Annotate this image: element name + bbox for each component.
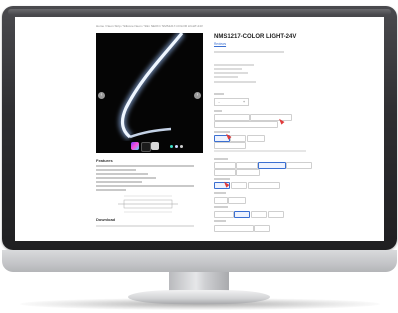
- option-chip[interactable]: [236, 169, 260, 176]
- monitor-frame: Home / Neon Strip / Silicone Neon / Slim…: [2, 6, 397, 250]
- option-chip[interactable]: [228, 197, 246, 204]
- option-chip[interactable]: [236, 162, 258, 169]
- feature-text-line: [96, 177, 156, 179]
- neon-strip-image: [118, 33, 186, 141]
- spec-line: [214, 64, 254, 66]
- option-chip-selected[interactable]: [234, 211, 250, 218]
- breadcrumb[interactable]: Home / Neon Strip / Silicone Neon / Slim…: [96, 24, 203, 28]
- prev-arrow-icon[interactable]: ‹: [98, 92, 105, 99]
- option-chip[interactable]: [248, 182, 280, 189]
- screen: Home / Neon Strip / Silicone Neon / Slim…: [15, 17, 384, 241]
- option-chip[interactable]: [214, 162, 236, 169]
- qty-increase-button[interactable]: +: [240, 99, 248, 105]
- option-chip[interactable]: [214, 114, 250, 121]
- option-chip[interactable]: [214, 211, 234, 218]
- option-label: [214, 220, 226, 222]
- option-chip[interactable]: [251, 211, 267, 218]
- thumbnail-dark[interactable]: [141, 142, 151, 152]
- short-description-line: [214, 51, 284, 53]
- option-label: [214, 206, 228, 208]
- feature-text-line: [96, 173, 148, 175]
- reviews-link[interactable]: Reviews: [214, 42, 226, 46]
- option-chip-selected[interactable]: [258, 162, 286, 169]
- option-label: [214, 192, 226, 194]
- option-chip[interactable]: [214, 169, 236, 176]
- option-chip[interactable]: [286, 162, 312, 169]
- feature-text-line: [96, 165, 194, 167]
- feature-text-line: [96, 185, 194, 187]
- qty-decrease-button[interactable]: -: [215, 99, 223, 105]
- next-arrow-icon[interactable]: ›: [194, 92, 201, 99]
- download-row: [96, 225, 194, 227]
- dimension-drawing: [118, 195, 178, 213]
- qty-label: [214, 93, 224, 95]
- thumbnail-colorful[interactable]: [131, 142, 139, 150]
- monitor-stand-base: [128, 290, 270, 304]
- download-heading: Download: [96, 217, 116, 222]
- quantity-stepper[interactable]: - +: [214, 98, 249, 106]
- option-chip[interactable]: [268, 211, 284, 218]
- spec-line: [214, 81, 256, 83]
- features-heading: Features: [96, 158, 113, 163]
- option-chip[interactable]: [254, 225, 270, 232]
- option-label: [214, 158, 228, 160]
- slide-dot[interactable]: [180, 145, 183, 148]
- spec-line: [214, 72, 248, 74]
- feature-text-line: [96, 189, 126, 191]
- option-chip[interactable]: [247, 135, 265, 142]
- option-label: [214, 178, 230, 180]
- option-chip[interactable]: [231, 182, 247, 189]
- thumbnail-strip: [96, 142, 203, 152]
- spec-line: [214, 76, 238, 78]
- option-note-line: [214, 150, 306, 152]
- slide-dot[interactable]: [170, 145, 173, 148]
- option-chip[interactable]: [214, 121, 278, 128]
- monitor-chin: [2, 250, 397, 272]
- option-chip[interactable]: [230, 135, 246, 142]
- option-chip[interactable]: [250, 114, 292, 121]
- option-label: [214, 110, 222, 112]
- bezel-shine: [8, 9, 391, 15]
- thumbnail-light[interactable]: [151, 142, 159, 150]
- option-chip[interactable]: [214, 142, 246, 149]
- product-image-gallery[interactable]: ‹ ›: [96, 33, 203, 153]
- option-chip[interactable]: [214, 225, 254, 232]
- slide-dot[interactable]: [175, 145, 178, 148]
- product-title: NMS1217-COLOR LIGHT-24V: [214, 34, 297, 40]
- option-chip[interactable]: [214, 197, 228, 204]
- spec-line: [214, 68, 242, 70]
- feature-text-line: [96, 181, 142, 183]
- feature-text-line: [96, 169, 136, 171]
